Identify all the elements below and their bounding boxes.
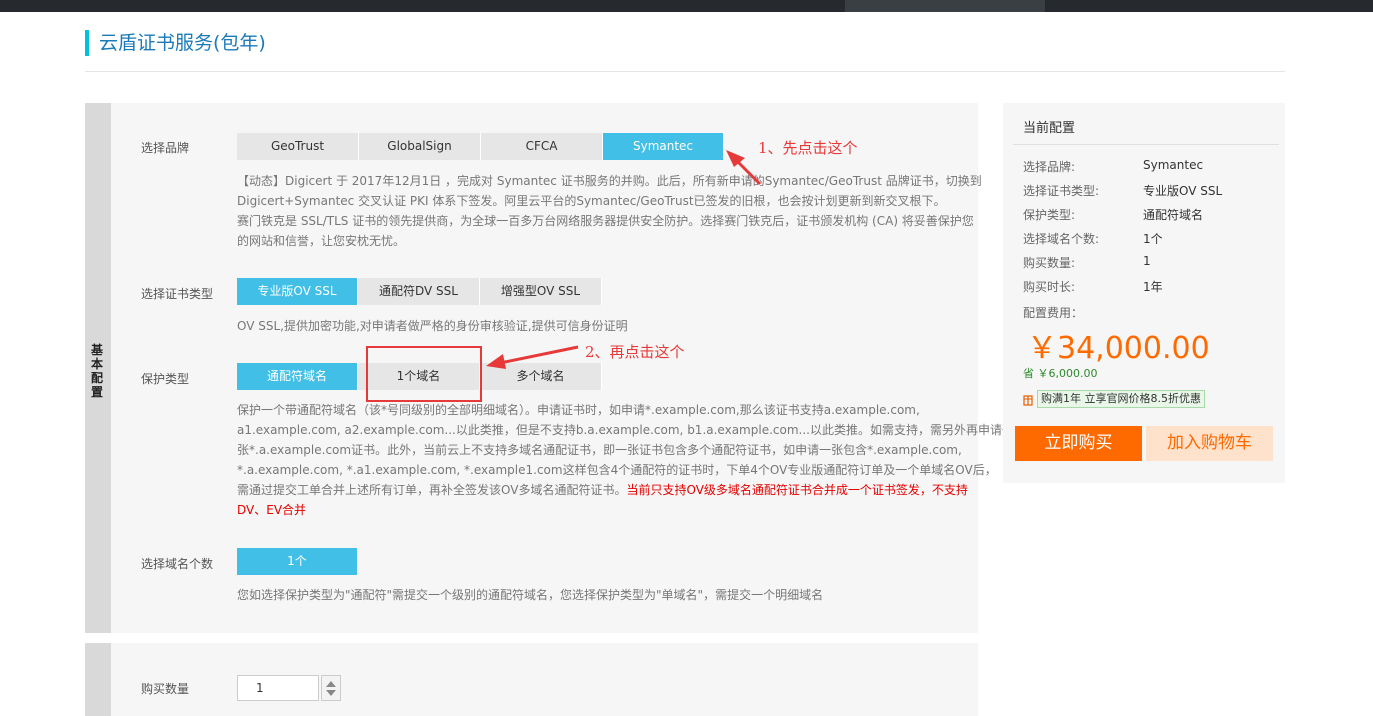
config-savings: 省 ￥6,000.00	[1023, 365, 1097, 381]
config-value: 1年	[1143, 280, 1163, 294]
promo-text: 购满1年 立享官网价格8.5折优惠	[1037, 390, 1205, 408]
protect-desc-line: a1.example.com, a2.example.com...以此类推，但是…	[237, 423, 1014, 437]
protect-option-multi-domain[interactable]: 多个域名	[480, 363, 602, 390]
protect-type-label: 保护类型	[141, 372, 190, 386]
quantity-label: 购买数量	[141, 682, 190, 696]
brand-selector: GeoTrust GlobalSign CFCA Symantec	[237, 133, 724, 160]
config-price: ￥34,000.00	[1027, 331, 1210, 366]
brand-desc-line: Digicert+Symantec 交叉认证 PKI 体系下签发。阿里云平台的S…	[237, 194, 946, 208]
brand-label: 选择品牌	[141, 141, 190, 155]
quantity-stepper[interactable]	[321, 675, 341, 701]
protect-desc-warning-end: DV、EV合并	[237, 503, 307, 517]
config-key: 保护类型:	[1023, 208, 1076, 222]
protect-option-wildcard[interactable]: 通配符域名	[237, 363, 358, 390]
config-value: 通配符域名	[1143, 208, 1204, 222]
protect-desc-text: 需通过提交工单合并上述所有订单，再补全签发该OV多域名通配符证书。	[237, 483, 627, 497]
brand-desc-line: 的网站和信誉，让您安枕无忧。	[237, 234, 406, 248]
domain-count-label: 选择域名个数	[141, 557, 214, 571]
config-value: 1个	[1143, 232, 1163, 246]
purchase-sidebar	[85, 643, 111, 716]
side-label: 基本配置	[91, 343, 104, 399]
config-key: 选择品牌:	[1023, 160, 1076, 174]
brand-option-geotrust[interactable]: GeoTrust	[237, 133, 359, 160]
top-nav-active-tab[interactable]	[845, 0, 1045, 12]
config-title: 当前配置	[1023, 121, 1076, 136]
cert-type-selector: 专业版OV SSL 通配符DV SSL 增强型OV SSL	[237, 278, 602, 305]
stepper-down-icon[interactable]	[326, 690, 336, 696]
brand-description: 【动态】Digicert 于 2017年12月1日 ，完成对 Symantec …	[237, 171, 982, 251]
stepper-up-icon[interactable]	[326, 681, 336, 687]
brand-desc-line: 【动态】Digicert 于 2017年12月1日 ，完成对 Symantec …	[237, 174, 982, 188]
save-amount: ￥6,000.00	[1037, 367, 1098, 380]
config-key: 选择域名个数:	[1023, 232, 1100, 246]
domain-count-selector: 1个	[237, 548, 358, 575]
config-key: 购买时长:	[1023, 280, 1076, 294]
protect-desc-line: 保护一个带通配符域名（该*号同级别的全部明细域名）。申请证书时，如申请*.exa…	[237, 403, 920, 417]
highlight-box	[366, 346, 482, 402]
annotation-note-1: 1、先点击这个	[758, 139, 858, 157]
promo-tag: 购满1年 立享官网价格8.5折优惠	[1023, 390, 1205, 408]
cert-type-option-ov[interactable]: 专业版OV SSL	[237, 278, 358, 305]
config-value: 1	[1143, 254, 1151, 268]
protect-desc-warning: 当前只支持OV级多域名通配符证书合并成一个证书签发，不支持	[626, 483, 968, 497]
config-value: 专业版OV SSL	[1143, 184, 1223, 198]
basic-config-sidebar: 基本配置	[85, 103, 111, 633]
top-nav-bar	[0, 0, 1373, 12]
brand-option-cfca[interactable]: CFCA	[481, 133, 603, 160]
save-icon: 省	[1023, 367, 1034, 380]
annotation-note-2: 2、再点击这个	[585, 343, 685, 361]
page-title: 云盾证书服务(包年)	[85, 30, 266, 56]
gift-icon	[1023, 395, 1033, 406]
title-divider	[85, 71, 1285, 72]
protect-type-description: 保护一个带通配符域名（该*号同级别的全部明细域名）。申请证书时，如申请*.exa…	[237, 400, 1014, 520]
config-fee-label: 配置费用：	[1023, 306, 1084, 320]
config-value: Symantec	[1143, 158, 1204, 172]
add-to-cart-button[interactable]: 加入购物车	[1146, 426, 1273, 461]
protect-desc-line: 需通过提交工单合并上述所有订单，再补全签发该OV多域名通配符证书。当前只支持OV…	[237, 480, 1014, 500]
config-key: 购买数量:	[1023, 256, 1076, 270]
cert-type-option-dv-wildcard[interactable]: 通配符DV SSL	[358, 278, 480, 305]
config-divider	[1013, 144, 1279, 145]
cert-type-description: OV SSL,提供加密功能,对申请者做严格的身份审核验证,提供可信身份证明	[237, 319, 628, 333]
purchase-panel	[85, 643, 978, 716]
protect-desc-line: *.a.example.com, *.a1.example.com, *.exa…	[237, 463, 997, 477]
brand-option-globalsign[interactable]: GlobalSign	[359, 133, 481, 160]
quantity-input[interactable]: 1	[237, 675, 319, 701]
cert-type-option-ev[interactable]: 增强型OV SSL	[480, 278, 602, 305]
brand-option-symantec[interactable]: Symantec	[603, 133, 724, 160]
config-key: 选择证书类型:	[1023, 184, 1100, 198]
buy-now-button[interactable]: 立即购买	[1015, 426, 1142, 461]
domain-count-option-1[interactable]: 1个	[237, 548, 358, 575]
cert-type-label: 选择证书类型	[141, 287, 214, 301]
brand-desc-line: 赛门铁克是 SSL/TLS 证书的领先提供商，为全球一百多万台网络服务器提供安全…	[237, 214, 974, 228]
protect-desc-line: 张*.a.example.com证书。此外，当前云上不支持多域名通配证书，即一张…	[237, 443, 962, 457]
domain-count-description: 您如选择保护类型为"通配符"需提交一个级别的通配符域名，您选择保护类型为"单域名…	[237, 588, 824, 602]
